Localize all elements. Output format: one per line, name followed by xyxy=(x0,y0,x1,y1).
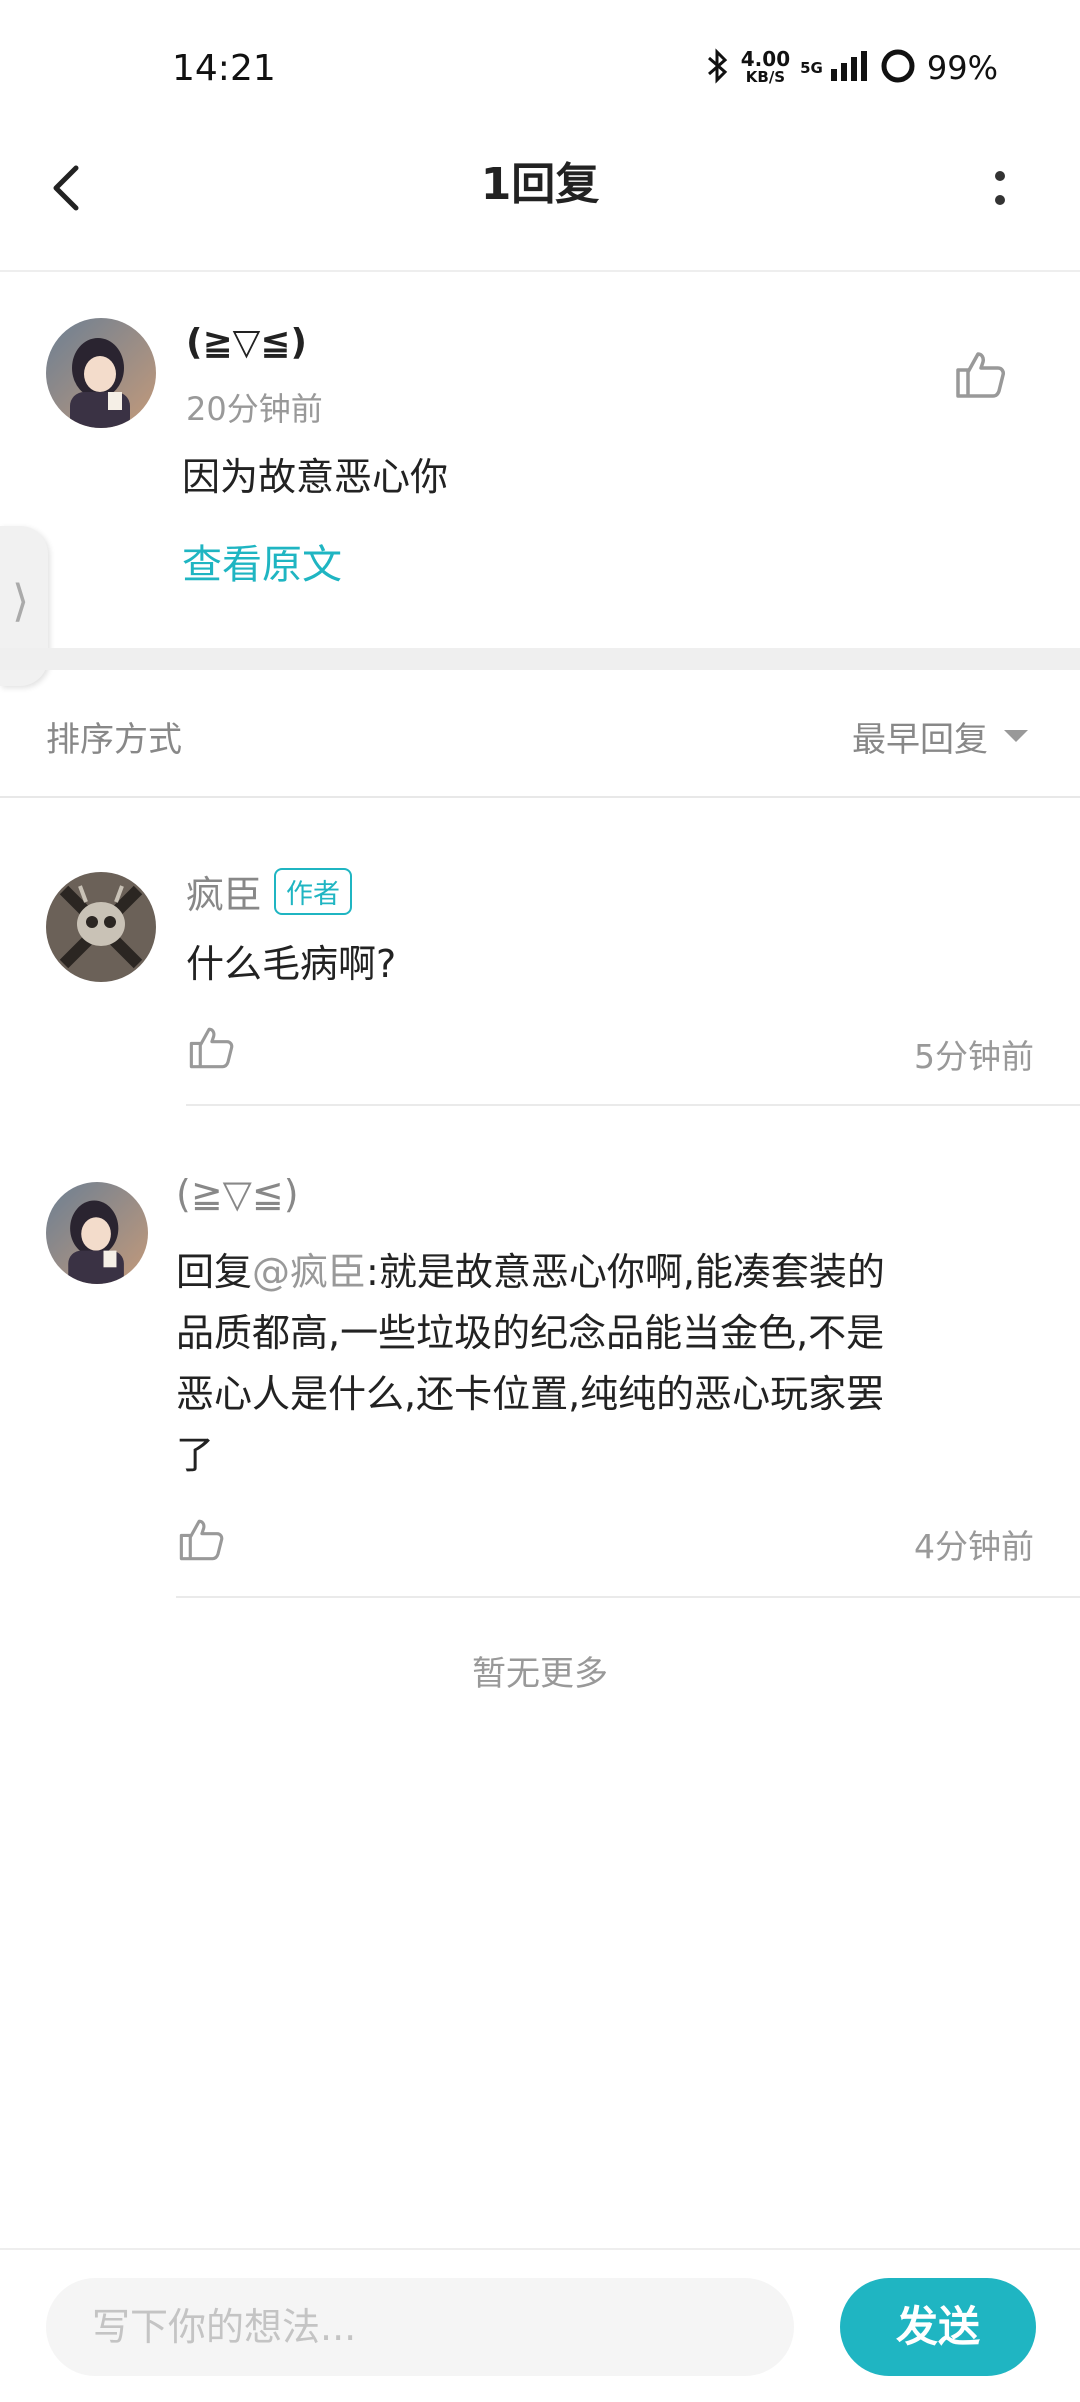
main-comment-time: 20分钟前 xyxy=(186,390,323,428)
battery-ring-icon xyxy=(879,47,917,89)
sort-label: 排序方式 xyxy=(46,720,182,760)
main-like-button[interactable] xyxy=(952,346,1008,402)
top-nav: 1回复 xyxy=(0,130,1080,272)
reply-author[interactable]: (≧▽≦) xyxy=(176,1172,299,1216)
composer-bar: 发送 xyxy=(0,2248,1080,2402)
main-comment-text: 因为故意恶心你 xyxy=(182,455,449,499)
thumbs-up-icon xyxy=(956,352,1005,398)
reply-text-line: 恶心人是什么,还卡位置,纯纯的恶心玩家罢 xyxy=(176,1372,885,1416)
reply-like-button[interactable] xyxy=(176,1514,226,1564)
row-divider xyxy=(176,1596,1080,1598)
chevron-left-icon xyxy=(53,165,79,211)
avatar[interactable] xyxy=(46,1182,148,1284)
sort-bar: 排序方式 最早回复 xyxy=(0,670,1080,798)
reply-text: 什么毛病啊? xyxy=(186,942,397,986)
net-speed: 4.00 KB/S xyxy=(740,47,791,86)
caret-down-icon[interactable] xyxy=(1004,730,1028,742)
main-comment-author[interactable]: (≧▽≦) xyxy=(186,322,307,363)
thumbs-up-icon xyxy=(189,1027,234,1069)
anime-girl-avatar-icon xyxy=(46,1182,148,1284)
network-type: 5G xyxy=(800,58,823,77)
signal-icon xyxy=(829,49,869,87)
page-title: 1回复 xyxy=(480,159,600,210)
mention-link[interactable]: @疯臣 xyxy=(252,1250,366,1294)
more-vertical-icon xyxy=(995,171,1005,205)
comment-input[interactable] xyxy=(46,2278,794,2376)
status-icons: 4.00 KB/S 5G 99% xyxy=(705,44,998,92)
reply-text: 回复@疯臣:就是故意恶心你啊,能凑套装的 品质都高,一些垃圾的纪念品能当金色,不… xyxy=(176,1242,1036,1486)
bluetooth-icon xyxy=(705,48,731,88)
thumbs-up-icon xyxy=(179,1519,224,1561)
avatar[interactable] xyxy=(46,318,156,428)
chevron-right-icon: ⟩ xyxy=(12,576,30,627)
status-time: 14:21 xyxy=(172,48,276,89)
anime-girl-avatar-icon xyxy=(46,318,156,428)
more-button[interactable] xyxy=(980,158,1020,218)
sort-dropdown[interactable]: 最早回复 xyxy=(852,712,988,761)
avatar[interactable] xyxy=(46,872,156,982)
reply-text-line: 回复@疯臣:就是故意恶心你啊,能凑套装的 xyxy=(176,1250,885,1294)
skull-knight-avatar-icon xyxy=(46,872,156,982)
reply-text-line: 品质都高,一些垃圾的纪念品能当金色,不是 xyxy=(176,1311,885,1355)
reply-header: 疯臣 作者 xyxy=(186,864,353,919)
reply-author[interactable]: 疯臣 xyxy=(186,864,262,919)
back-button[interactable] xyxy=(40,158,100,218)
no-more-text: 暂无更多 xyxy=(472,1654,608,1694)
view-original-link[interactable]: 查看原文 xyxy=(182,532,342,590)
send-button[interactable]: 发送 xyxy=(840,2278,1036,2376)
section-divider xyxy=(0,648,1080,670)
battery-level: 99% xyxy=(926,49,998,87)
reply-text-line: 了 xyxy=(176,1433,215,1477)
reply-time: 5分钟前 xyxy=(914,1037,1034,1076)
reply-like-button[interactable] xyxy=(186,1022,236,1072)
reply-time: 4分钟前 xyxy=(914,1527,1034,1566)
author-badge: 作者 xyxy=(274,868,353,915)
row-divider xyxy=(186,1104,1080,1106)
status-bar: 14:21 4.00 KB/S 5G 99% xyxy=(0,0,1080,130)
